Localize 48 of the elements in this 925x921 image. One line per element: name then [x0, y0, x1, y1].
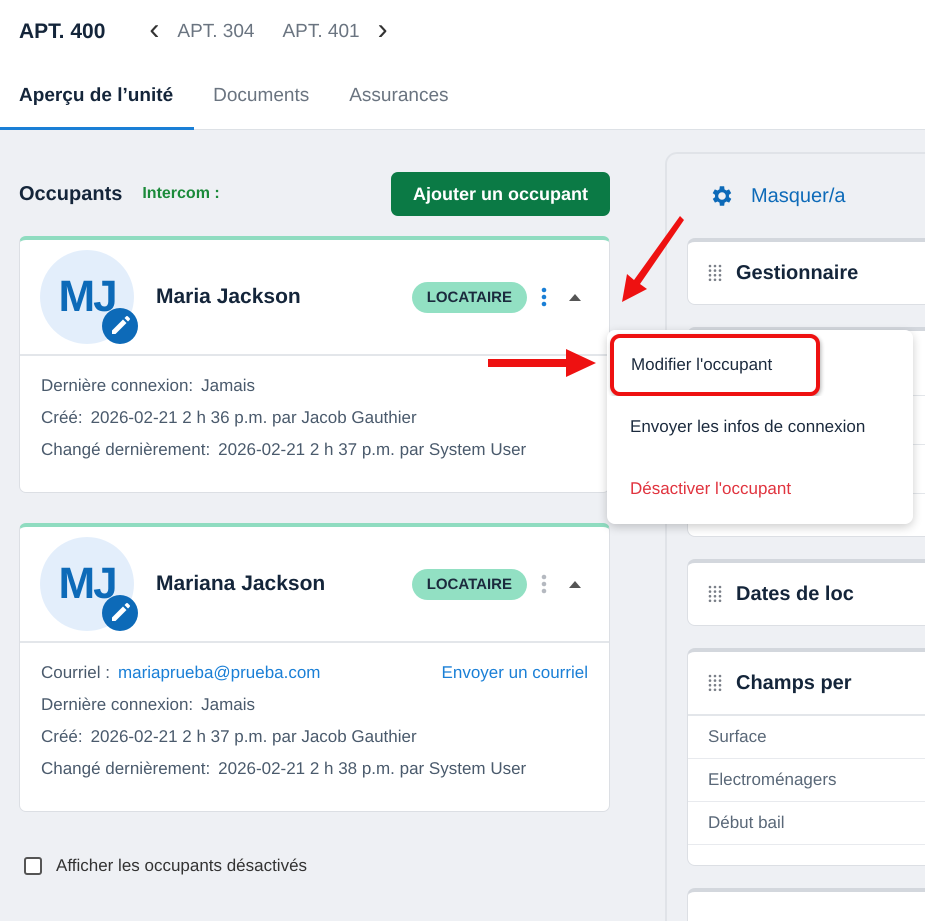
field-label: Début bail [708, 813, 785, 833]
field-label: Courriel : [41, 663, 110, 683]
field-value: 2026-02-21 2 h 38 p.m. par System User [218, 759, 526, 779]
previous-unit-link[interactable]: APT. 304 [177, 21, 254, 43]
field-label: Dernière connexion: [41, 376, 194, 396]
drag-handle-icon[interactable] [708, 674, 722, 692]
collapse-caret-icon[interactable] [569, 580, 581, 588]
checkbox[interactable] [24, 857, 42, 875]
intercom-label: Intercom : [142, 185, 221, 203]
send-email-link[interactable]: Envoyer un courriel [442, 663, 588, 683]
collapse-caret-icon[interactable] [569, 294, 581, 300]
tab[interactable]: Aperçu de l’unité [0, 64, 194, 130]
field-label: Electroménagers [708, 770, 837, 790]
role-badge: LOCATAIRE [412, 568, 527, 600]
unit-title: APT. 400 [19, 20, 106, 44]
field-value: Jamais [201, 695, 256, 715]
field-label: Surface [708, 727, 767, 747]
tab[interactable]: Assurances [330, 64, 470, 130]
more-options-icon[interactable] [541, 287, 547, 307]
occupant-name: Mariana Jackson [156, 572, 326, 596]
settings-link[interactable]: Masquer/a [751, 184, 846, 208]
next-unit-link[interactable]: APT. 401 [282, 21, 360, 43]
field-label: Changé dernièrement: [41, 440, 210, 460]
field-label: Créé: [41, 727, 83, 747]
drag-handle-icon[interactable] [708, 585, 722, 603]
field-value: Jamais [201, 376, 256, 396]
next-button[interactable]: › [374, 15, 392, 45]
avatar-initials: MJ [58, 272, 116, 322]
field-value: 2026-02-21 2 h 37 p.m. par System User [218, 440, 526, 460]
field-label: Dernière connexion: [41, 695, 194, 715]
field-value: 2026-02-21 2 h 36 p.m. par Jacob Gauthier [90, 408, 417, 428]
email-link[interactable]: mariaprueba@prueba.com [118, 663, 442, 683]
tab[interactable]: Documents [194, 64, 330, 130]
occupant-name: Maria Jackson [156, 285, 302, 309]
avatar-initials: MJ [58, 559, 116, 609]
drag-handle-icon[interactable] [708, 264, 722, 282]
section-title: Champs per [736, 672, 852, 694]
checkbox-label: Afficher les occupants désactivés [56, 856, 308, 876]
field-value: 2026-02-21 2 h 37 p.m. par Jacob Gauthier [90, 727, 417, 747]
field-label: Changé dernièrement: [41, 759, 210, 779]
add-occupant-button[interactable]: Ajouter un occupant [391, 172, 610, 216]
role-badge: LOCATAIRE [412, 282, 527, 312]
section-title: Gestionnaire [736, 262, 858, 284]
section-title: Dates de loc [736, 582, 854, 606]
field-label: Créé: [41, 408, 83, 428]
previous-button[interactable]: ‹ [145, 15, 164, 45]
menu-item[interactable]: Modifier l'occupant [610, 334, 820, 396]
section-title: Occupants [19, 182, 122, 206]
